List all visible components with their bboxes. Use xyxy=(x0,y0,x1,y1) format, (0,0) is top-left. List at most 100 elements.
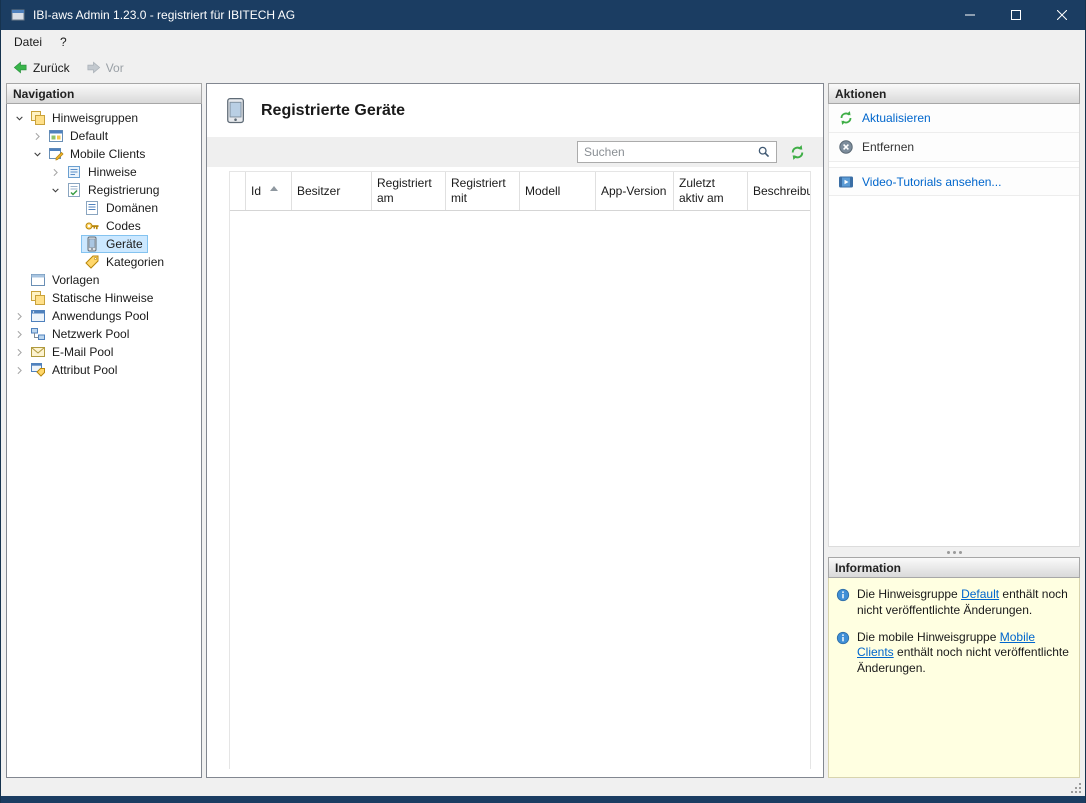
chevron-right-icon[interactable] xyxy=(11,326,27,342)
forward-arrow-icon xyxy=(87,61,100,74)
tree-item-registrierung[interactable]: Registrierung xyxy=(7,181,201,199)
tree-item-statische-hinweise[interactable]: Statische Hinweise xyxy=(7,289,201,307)
back-arrow-icon xyxy=(13,61,27,74)
info-link-default[interactable]: Default xyxy=(961,587,999,601)
key-icon xyxy=(84,218,100,234)
refresh-icon xyxy=(791,144,803,160)
tree-item-anwendungs-pool[interactable]: Anwendungs Pool xyxy=(7,307,201,325)
menu-help[interactable]: ? xyxy=(51,32,76,52)
column-header-zuletzt-aktiv-am[interactable]: Zuletzt aktiv am xyxy=(674,172,748,210)
notice-group-stack-icon xyxy=(30,110,46,126)
table-toolbar xyxy=(207,137,823,167)
tree-item-label: Anwendungs Pool xyxy=(52,309,149,323)
action-entfernen[interactable]: Entfernen xyxy=(829,133,1079,162)
chevron-right-icon[interactable] xyxy=(11,362,27,378)
resize-grip[interactable] xyxy=(1071,783,1082,794)
back-button[interactable]: Zurück xyxy=(6,57,77,78)
tree-item-attribut-pool[interactable]: Attribut Pool xyxy=(7,361,201,379)
static-notices-icon xyxy=(30,290,46,306)
tree-item-hinweisgruppen[interactable]: Hinweisgruppen xyxy=(7,109,201,127)
tree-item-label: Vorlagen xyxy=(52,273,100,287)
info-item: Die mobile Hinweisgruppe Mobile Clients … xyxy=(829,621,1079,679)
chevron-right-icon[interactable] xyxy=(11,344,27,360)
window-bottom-border xyxy=(1,796,1085,803)
menu-bar: Datei ? xyxy=(1,30,1085,54)
column-header-registriert-mit[interactable]: Registriert mit xyxy=(446,172,520,210)
info-icon xyxy=(836,631,850,644)
tree-item-email-pool[interactable]: E-Mail Pool xyxy=(7,343,201,361)
tree-item-mobile-clients[interactable]: Mobile Clients xyxy=(7,145,201,163)
tree-item-label: Statische Hinweise xyxy=(52,291,154,305)
categories-icon xyxy=(84,254,100,270)
domains-icon xyxy=(84,200,100,216)
devices-table: Id Besitzer Registriert am Registriert m… xyxy=(229,171,811,769)
navigation-tree: Hinweisgruppen Default Mobile Clients Hi… xyxy=(6,104,202,778)
tree-item-label: Codes xyxy=(106,219,141,233)
action-aktualisieren[interactable]: Aktualisieren xyxy=(829,104,1079,133)
column-header-modell[interactable]: Modell xyxy=(520,172,596,210)
devices-view: Registrierte Geräte Id xyxy=(206,83,824,778)
column-header-besitzer[interactable]: Besitzer xyxy=(292,172,372,210)
attribute-pool-icon xyxy=(30,362,46,378)
tree-item-vorlagen[interactable]: Vorlagen xyxy=(7,271,201,289)
tree-item-label: Mobile Clients xyxy=(70,147,146,161)
tree-item-label: Attribut Pool xyxy=(52,363,118,377)
information-panel: Die Hinweisgruppe Default enthält noch n… xyxy=(828,578,1080,778)
title-bar: IBI-aws Admin 1.23.0 - registriert für I… xyxy=(1,0,1085,30)
tree-item-hinweise[interactable]: Hinweise xyxy=(7,163,201,181)
registration-icon xyxy=(66,182,82,198)
chevron-down-icon[interactable] xyxy=(47,182,63,198)
tree-item-kategorien[interactable]: Kategorien xyxy=(7,253,201,271)
information-header: Information xyxy=(828,557,1080,578)
chevron-right-icon[interactable] xyxy=(29,128,45,144)
column-header-registriert-am[interactable]: Registriert am xyxy=(372,172,446,210)
page-header: Registrierte Geräte xyxy=(207,84,823,137)
column-header-id[interactable]: Id xyxy=(246,172,292,210)
tree-item-label: Registrierung xyxy=(88,183,160,197)
remove-icon xyxy=(839,140,853,154)
column-header-beschreibung[interactable]: Beschreibung xyxy=(748,172,810,210)
maximize-button[interactable] xyxy=(993,0,1039,30)
tree-item-label: E-Mail Pool xyxy=(52,345,114,359)
action-video-tutorials[interactable]: Video-Tutorials ansehen... xyxy=(829,167,1079,196)
search-icon[interactable] xyxy=(752,142,776,162)
tree-item-netzwerk-pool[interactable]: Netzwerk Pool xyxy=(7,325,201,343)
tree-item-default[interactable]: Default xyxy=(7,127,201,145)
action-label: Video-Tutorials ansehen... xyxy=(862,174,1002,189)
splitter-handle[interactable] xyxy=(828,547,1080,557)
sort-ascending-icon xyxy=(270,185,279,191)
chevron-right-icon[interactable] xyxy=(47,164,63,180)
info-item: Die Hinweisgruppe Default enthält noch n… xyxy=(829,578,1079,621)
info-text: Die Hinweisgruppe Default enthält noch n… xyxy=(857,587,1068,617)
chevron-down-icon[interactable] xyxy=(11,110,27,126)
menu-datei[interactable]: Datei xyxy=(5,32,51,52)
application-pool-icon xyxy=(30,308,46,324)
column-header-app-version[interactable]: App-Version xyxy=(596,172,674,210)
chevron-down-icon[interactable] xyxy=(29,146,45,162)
task-panel: Aktionen Aktualisieren Entfernen Video-T… xyxy=(828,83,1080,778)
forward-button: Vor xyxy=(79,57,131,78)
page-title: Registrierte Geräte xyxy=(261,102,406,119)
chevron-right-icon[interactable] xyxy=(11,308,27,324)
info-text: Die mobile Hinweisgruppe Mobile Clients … xyxy=(857,629,1069,676)
tree-item-geraete[interactable]: Geräte xyxy=(7,235,201,253)
email-pool-icon xyxy=(30,344,46,360)
tree-item-label: Hinweisgruppen xyxy=(52,111,139,125)
navigation-panel: Navigation Hinweisgruppen Default Mobile… xyxy=(6,83,202,778)
actions-list: Aktualisieren Entfernen Video-Tutorials … xyxy=(828,104,1080,547)
navigation-toolbar: Zurück Vor xyxy=(1,54,1085,81)
tree-item-codes[interactable]: Codes xyxy=(7,217,201,235)
table-body-empty xyxy=(230,211,810,769)
search-input[interactable] xyxy=(578,145,752,159)
tree-item-domaenen[interactable]: Domänen xyxy=(7,199,201,217)
refresh-button[interactable] xyxy=(787,142,807,162)
table-header-row: Id Besitzer Registriert am Registriert m… xyxy=(230,171,810,211)
back-button-label: Zurück xyxy=(33,60,70,75)
hint-group-icon xyxy=(48,128,64,144)
minimize-button[interactable] xyxy=(947,0,993,30)
close-button[interactable] xyxy=(1039,0,1085,30)
